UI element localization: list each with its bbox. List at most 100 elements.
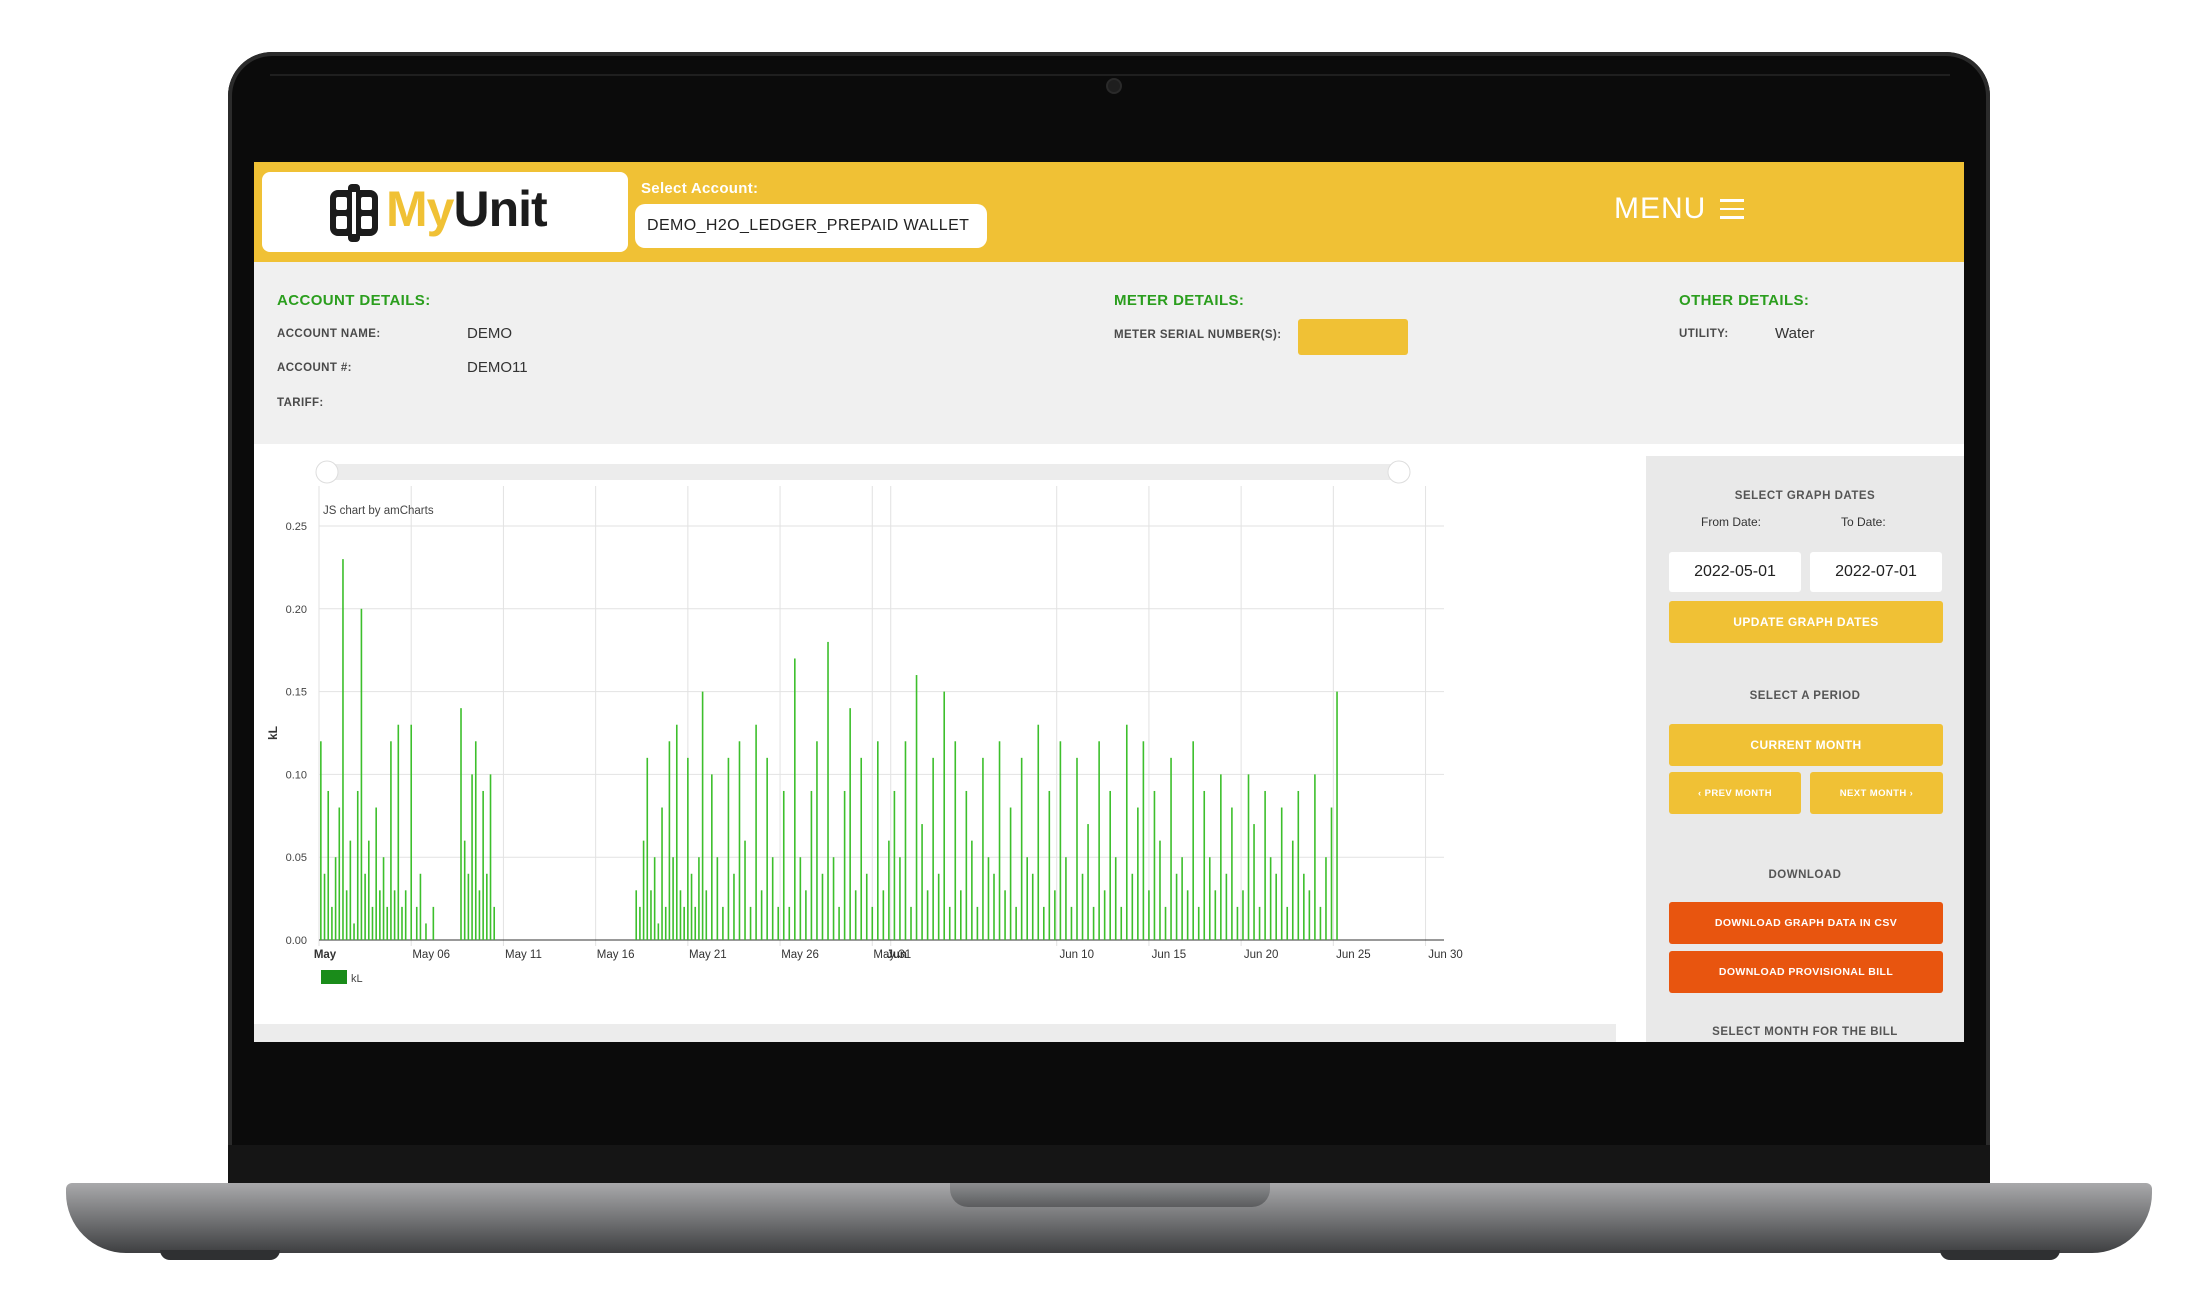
usage-bar [982, 757, 984, 940]
usage-bar [1286, 906, 1289, 940]
meter-details-heading: METER DETAILS: [1114, 292, 1245, 309]
x-tick-label: Jun 15 [1152, 949, 1187, 961]
usage-bar [401, 906, 403, 940]
usage-bar [323, 873, 326, 940]
usage-bar [1314, 774, 1316, 940]
usage-bar [1103, 890, 1106, 940]
usage-bar [345, 890, 348, 940]
y-tick-label: 0.00 [286, 935, 307, 947]
download-bill-button[interactable]: DOWNLOAD PROVISIONAL BILL [1669, 951, 1943, 993]
logo[interactable]: MyUnit [262, 172, 628, 252]
usage-bar [782, 790, 785, 940]
usage-bar [971, 840, 973, 940]
account-select[interactable]: DEMO_H2O_LEDGER_PREPAID WALLET [635, 204, 987, 248]
x-tick-label: May 16 [597, 949, 635, 961]
usage-bar [1081, 873, 1084, 940]
y-tick-label: 0.10 [286, 769, 307, 781]
usage-bar [1109, 790, 1111, 940]
usage-bar [419, 873, 422, 940]
usage-bar [425, 923, 427, 940]
usage-bar [871, 906, 874, 940]
usage-bar [653, 857, 656, 940]
usage-bar [932, 757, 934, 940]
usage-bar [1042, 906, 1045, 940]
usage-bar [1186, 890, 1189, 940]
usage-chart: 0.00 0.05 0.10 0.15 0.20 0.25 May May 06 May 11 M… [254, 444, 1644, 1042]
usage-bar [777, 906, 780, 940]
usage-bar [1280, 807, 1283, 940]
usage-bar [1087, 824, 1089, 940]
usage-bar [1247, 774, 1250, 940]
usage-bar [371, 906, 374, 940]
usage-bar [960, 890, 962, 940]
usage-bar [1170, 757, 1172, 940]
select-period-heading: SELECT A PERIOD [1749, 690, 1861, 702]
usage-bar [1026, 857, 1028, 940]
usage-bar [1214, 890, 1217, 940]
usage-bar [993, 873, 995, 940]
usage-bar [893, 790, 896, 940]
usage-bar [404, 890, 407, 940]
usage-bar [744, 840, 746, 940]
usage-bar [1020, 757, 1023, 940]
utility-value: Water [1775, 325, 1815, 342]
usage-bar [1192, 741, 1194, 940]
update-graph-dates-button[interactable]: UPDATE GRAPH DATES [1669, 601, 1943, 643]
usage-bar [1015, 906, 1017, 940]
x-tick-label: Jun [886, 949, 906, 961]
to-date-input[interactable]: 2022-07-01 [1810, 552, 1942, 592]
meter-serial-value [1298, 319, 1408, 355]
x-tick-label: Jun 10 [1059, 949, 1094, 961]
usage-bar [976, 906, 979, 940]
usage-bar [1242, 890, 1244, 940]
usage-bar [899, 857, 901, 940]
usage-bar [948, 906, 951, 940]
usage-bar [661, 807, 663, 940]
prev-month-button[interactable]: ‹ PREV MONTH [1669, 772, 1801, 814]
usage-bar [827, 641, 829, 940]
x-tick-label: May 21 [689, 949, 727, 961]
usage-bar [1114, 857, 1117, 940]
y-axis-label: kL [266, 726, 280, 740]
from-date-label: From Date: [1701, 515, 1762, 529]
y-tick-label: 0.20 [286, 604, 307, 616]
usage-bar [877, 741, 879, 940]
select-account-label: Select Account: [641, 180, 759, 197]
usage-bar [738, 741, 741, 940]
usage-bar [716, 857, 719, 940]
usage-bar [1208, 857, 1211, 940]
usage-bar [386, 906, 389, 940]
usage-bar [832, 857, 835, 940]
menu-button[interactable]: MENU [1614, 192, 1745, 226]
y-tick-label: 0.25 [286, 521, 307, 533]
current-month-button[interactable]: CURRENT MONTH [1669, 724, 1943, 766]
x-tick-label: May 06 [412, 949, 450, 961]
usage-bar [760, 890, 763, 940]
usage-bar [694, 906, 697, 940]
usage-bar [360, 608, 363, 940]
bezel-edge [270, 74, 1950, 76]
usage-bar [482, 790, 484, 940]
usage-bar [1264, 790, 1266, 940]
usage-bar [668, 741, 671, 940]
usage-bar [1236, 906, 1239, 940]
usage-bar [650, 890, 652, 940]
download-csv-button[interactable]: DOWNLOAD GRAPH DATA IN CSV [1669, 902, 1943, 944]
next-month-button[interactable]: NEXT MONTH › [1810, 772, 1943, 814]
scrollbar-start-grip-icon[interactable] [315, 460, 339, 484]
usage-bar [998, 741, 1001, 940]
usage-bar [1009, 807, 1012, 940]
usage-bar [921, 824, 923, 940]
usage-bar [854, 890, 857, 940]
scrollbar-end-grip-icon[interactable] [1387, 460, 1411, 484]
usage-bar [1253, 824, 1255, 940]
usage-bar [353, 923, 355, 940]
chart-scrollbar[interactable] [319, 464, 1401, 480]
usage-bar [367, 840, 370, 940]
usage-bar [882, 890, 885, 940]
usage-bar [722, 906, 724, 940]
usage-bar [331, 906, 333, 940]
legend-label: kL [351, 973, 363, 985]
from-date-input[interactable]: 2022-05-01 [1669, 552, 1801, 592]
usage-bar [493, 906, 496, 940]
